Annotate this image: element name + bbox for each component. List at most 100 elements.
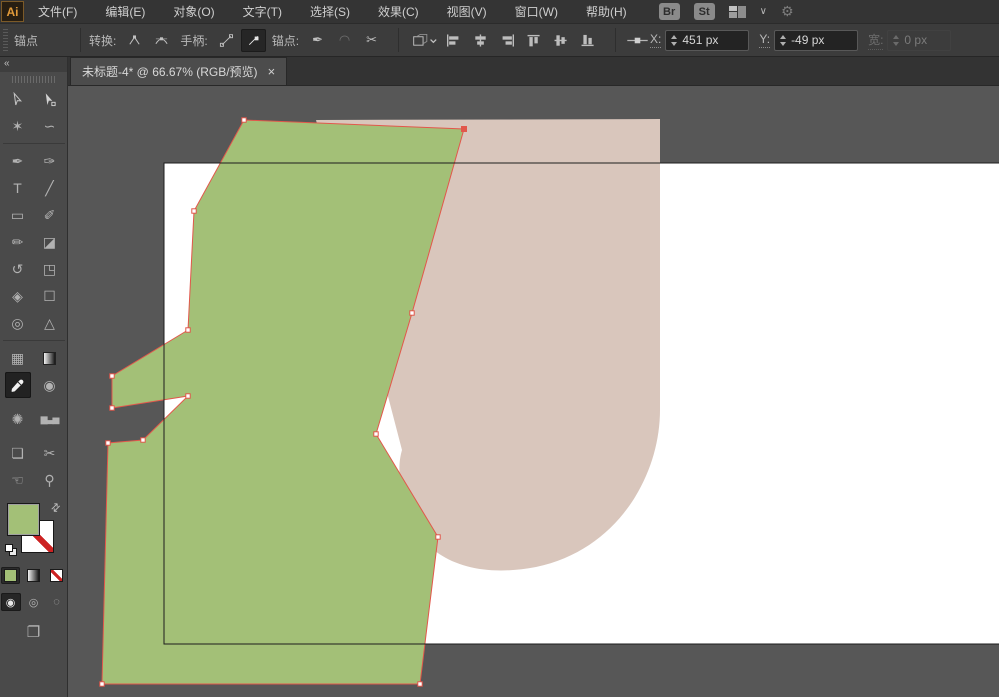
menu-7[interactable]: 视图(V) xyxy=(433,0,501,23)
rectangle-tool[interactable]: ▭ xyxy=(5,202,31,228)
selected-anchor-point[interactable] xyxy=(461,126,467,132)
curvature-tool[interactable]: ✑ xyxy=(37,148,63,174)
cut-path-button[interactable]: ✂ xyxy=(359,29,384,52)
anchor-point[interactable] xyxy=(110,374,114,378)
magic-wand-tool[interactable]: ✶ xyxy=(5,113,31,139)
menu-6[interactable]: 效果(C) xyxy=(364,0,433,23)
convert-to-corner-button[interactable] xyxy=(122,29,147,52)
menu-2[interactable]: 编辑(E) xyxy=(91,0,159,23)
workspace-layout-icon[interactable] xyxy=(729,6,746,18)
direct-selection-tool[interactable] xyxy=(37,86,63,112)
draw-inside-button[interactable]: ◌ xyxy=(47,593,67,611)
y-position-input[interactable]: -49 px xyxy=(774,30,858,51)
menu-4[interactable]: 文字(T) xyxy=(229,0,296,23)
swap-fill-stroke-icon[interactable]: ⇄ xyxy=(48,500,64,516)
separator xyxy=(80,28,81,52)
none-button[interactable] xyxy=(47,567,66,584)
bridge-button[interactable]: Br xyxy=(659,3,680,20)
align-right-button[interactable] xyxy=(495,29,520,52)
y-stepper[interactable] xyxy=(780,35,786,46)
anchor-point[interactable] xyxy=(418,682,422,686)
anchor-point[interactable] xyxy=(186,328,190,332)
hand-tool[interactable]: ☜ xyxy=(5,467,31,493)
mesh-tool[interactable]: ▦ xyxy=(5,345,31,371)
pen-tool[interactable]: ✒ xyxy=(5,148,31,174)
stock-button[interactable]: St xyxy=(694,3,715,20)
control-bar: 锚点 转换: 手柄: 锚点: ✒◠✂ X: 451 px Y: xyxy=(0,23,999,57)
fill-stroke-widget: ⇄ xyxy=(5,501,63,559)
none-swatch xyxy=(50,569,63,582)
anchor-point[interactable] xyxy=(410,311,414,315)
width-label: 宽: xyxy=(868,31,883,50)
free-transform-tool[interactable]: ☐ xyxy=(37,283,63,309)
eraser-tool[interactable]: ◪ xyxy=(37,229,63,255)
selection-tool[interactable] xyxy=(5,86,31,112)
draw-normal-button[interactable]: ◉ xyxy=(1,593,21,611)
align-top-button[interactable] xyxy=(522,29,547,52)
pencil-tool[interactable]: ✏ xyxy=(5,229,31,255)
menu-1[interactable]: 文件(F) xyxy=(24,0,91,23)
panel-drag-handle[interactable] xyxy=(12,76,56,83)
gpu-performance-icon[interactable]: ⚙ xyxy=(781,3,794,20)
line-segment-tool[interactable]: ╱ xyxy=(37,175,63,201)
fill-color-swatch[interactable] xyxy=(7,503,40,536)
width-tool[interactable]: ◈ xyxy=(5,283,31,309)
gradient-tool[interactable] xyxy=(37,345,63,371)
align-vcenter-button[interactable] xyxy=(549,29,574,52)
anchor-point[interactable] xyxy=(192,209,196,213)
anchor-point[interactable] xyxy=(242,118,246,122)
paintbrush-tool[interactable]: ✐ xyxy=(37,202,63,228)
perspective-grid-tool[interactable]: △ xyxy=(37,310,63,336)
show-handles-button[interactable] xyxy=(214,29,239,52)
width-input: 0 px xyxy=(887,30,951,51)
eyedropper-tool[interactable] xyxy=(5,372,31,398)
anchor-point[interactable] xyxy=(106,441,110,445)
x-label[interactable]: X: xyxy=(650,32,661,48)
anchor-point[interactable] xyxy=(141,438,145,442)
scale-tool[interactable]: ◳ xyxy=(37,256,63,282)
symbol-sprayer-tool[interactable]: ✺ xyxy=(5,406,31,432)
menu-8[interactable]: 窗口(W) xyxy=(501,0,572,23)
tab-close-icon[interactable]: × xyxy=(268,64,276,79)
type-tool[interactable]: T xyxy=(5,175,31,201)
draw-mode-row: ◉ ◎ ◌ xyxy=(1,593,67,611)
blend-tool[interactable]: ◉ xyxy=(37,372,63,398)
align-left-button[interactable] xyxy=(441,29,466,52)
artboard-tool[interactable]: ❏ xyxy=(5,440,31,466)
chevron-down-icon[interactable]: ∨ xyxy=(760,6,767,17)
transform-options-dropdown[interactable] xyxy=(407,29,441,52)
align-hcenter-button[interactable] xyxy=(468,29,493,52)
anchor-point[interactable] xyxy=(436,535,440,539)
color-button[interactable] xyxy=(1,567,20,584)
zoom-tool[interactable]: ⚲ xyxy=(37,467,63,493)
column-graph-tool[interactable]: ▆▃▅ xyxy=(37,406,63,432)
gradient-button[interactable] xyxy=(24,567,43,584)
menu-5[interactable]: 选择(S) xyxy=(296,0,364,23)
anchor-point[interactable] xyxy=(100,682,104,686)
convert-to-smooth-button[interactable] xyxy=(149,29,174,52)
menu-9[interactable]: 帮助(H) xyxy=(572,0,641,23)
lasso-tool[interactable]: ∽ xyxy=(37,113,63,139)
document-tab[interactable]: 未标题-4* @ 66.67% (RGB/预览) × xyxy=(70,57,287,85)
document-area: 未标题-4* @ 66.67% (RGB/预览) × xyxy=(68,57,999,697)
x-position-input[interactable]: 451 px xyxy=(665,30,749,51)
anchor-point[interactable] xyxy=(110,406,114,410)
y-label[interactable]: Y: xyxy=(759,32,770,48)
collapse-panel-button[interactable]: « xyxy=(0,57,67,72)
x-stepper[interactable] xyxy=(671,35,677,46)
x-value: 451 px xyxy=(682,33,718,47)
align-bottom-button[interactable] xyxy=(576,29,601,52)
panel-grip-handle[interactable] xyxy=(3,29,8,51)
shape-builder-tool[interactable]: ◎ xyxy=(5,310,31,336)
slice-tool[interactable]: ✂ xyxy=(37,440,63,466)
draw-behind-button[interactable]: ◎ xyxy=(24,593,44,611)
remove-anchor-button[interactable]: ✒ xyxy=(305,29,330,52)
default-fill-stroke-icon[interactable] xyxy=(5,544,18,557)
anchor-point[interactable] xyxy=(374,432,378,436)
canvas-viewport[interactable] xyxy=(68,86,999,697)
hide-handles-button[interactable] xyxy=(241,29,266,52)
anchor-point[interactable] xyxy=(186,394,190,398)
menu-3[interactable]: 对象(O) xyxy=(159,0,228,23)
rotate-tool[interactable]: ↺ xyxy=(5,256,31,282)
screen-mode-button[interactable]: ❐ xyxy=(27,623,40,641)
